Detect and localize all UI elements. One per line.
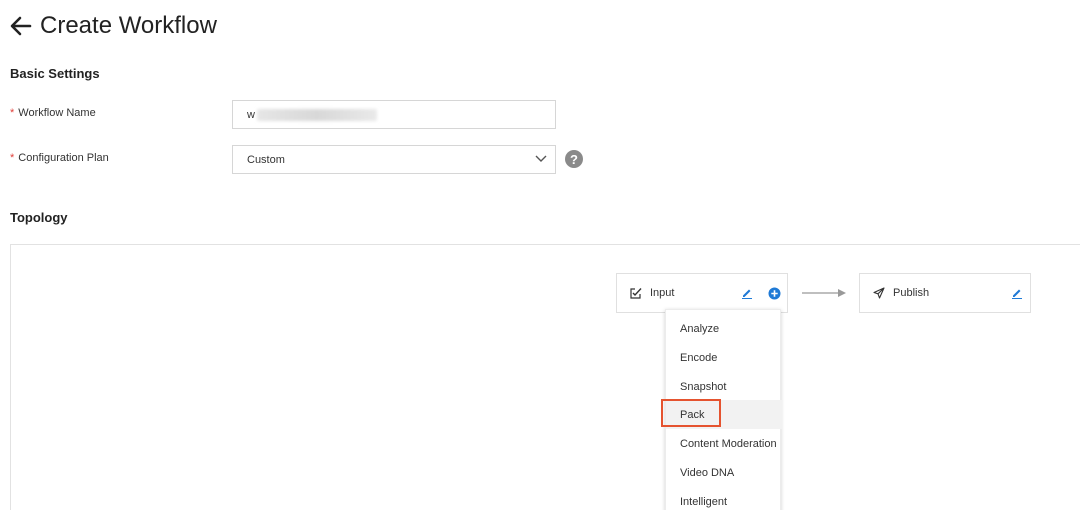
page-title: Create Workflow <box>40 12 217 39</box>
workflow-name-label: * Workflow Name <box>10 107 96 119</box>
menu-item-intelligent[interactable]: Intelligent <box>666 487 782 510</box>
send-icon <box>873 287 885 299</box>
configuration-plan-select[interactable]: Custom <box>232 145 556 174</box>
menu-item-snapshot[interactable]: Snapshot <box>666 372 782 401</box>
topology-heading: Topology <box>10 210 68 225</box>
input-node-label: Input <box>650 287 675 299</box>
input-node[interactable]: Input <box>616 273 788 313</box>
menu-item-video-dna[interactable]: Video DNA <box>666 458 782 487</box>
checkbox-edit-icon <box>630 288 642 299</box>
menu-item-content-moderation[interactable]: Content Moderation <box>666 429 782 458</box>
required-mark: * <box>10 152 15 164</box>
menu-item-encode[interactable]: Encode <box>666 343 782 372</box>
chevron-down-icon <box>535 155 547 162</box>
workflow-name-value: w <box>247 108 255 121</box>
basic-settings-heading: Basic Settings <box>10 66 100 81</box>
page-header: Create Workflow <box>8 10 217 42</box>
workflow-name-input[interactable]: w <box>232 100 556 129</box>
connector-arrow <box>802 289 846 297</box>
redacted-text <box>256 108 377 121</box>
pack-highlight-annotation <box>661 399 721 427</box>
back-arrow-icon[interactable] <box>8 13 34 39</box>
help-icon[interactable]: ? <box>565 150 583 168</box>
configuration-plan-label-text: Configuration Plan <box>18 152 109 164</box>
configuration-plan-label: * Configuration Plan <box>10 152 109 164</box>
workflow-name-label-text: Workflow Name <box>18 107 96 119</box>
edit-icon[interactable] <box>741 287 753 299</box>
publish-node[interactable]: Publish <box>859 273 1031 313</box>
add-circle-icon[interactable] <box>768 287 781 300</box>
edit-icon[interactable] <box>1011 287 1023 299</box>
menu-item-analyze[interactable]: Analyze <box>666 314 782 343</box>
configuration-plan-value: Custom <box>247 153 285 166</box>
publish-node-label: Publish <box>893 287 930 299</box>
required-mark: * <box>10 107 15 119</box>
